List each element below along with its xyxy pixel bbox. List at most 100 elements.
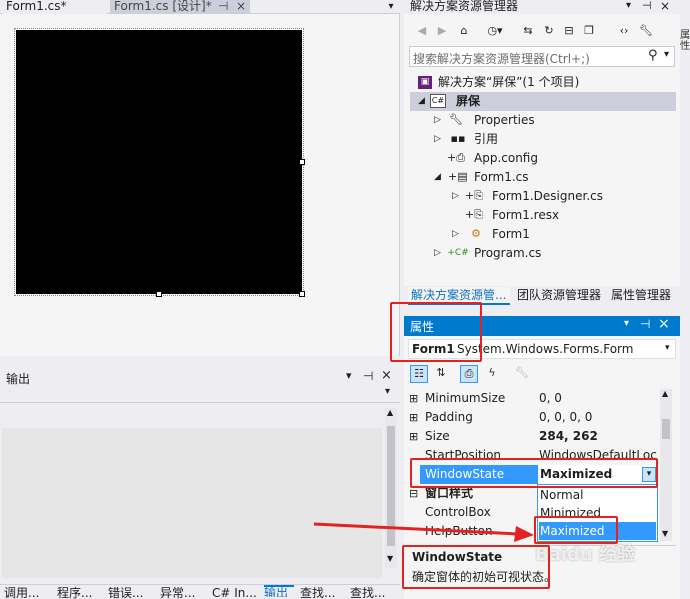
doc-tab-overflow-icon[interactable]: ▾ <box>384 0 398 14</box>
description-text: 确定窗体的初始可视状态。 <box>412 570 557 584</box>
expand-plus-icon[interactable]: ⊞ <box>409 408 418 427</box>
prop-value[interactable]: WindowsDefaultLoc <box>539 446 657 465</box>
bottom-tab-program[interactable]: 程序... <box>57 587 103 599</box>
bottom-tab-errors[interactable]: 错误... <box>108 587 154 599</box>
tree-item-form1-designer[interactable]: ▷ +⎘ Form1.Designer.cs <box>410 187 676 206</box>
scroll-down-icon[interactable]: ▼ <box>387 554 393 563</box>
toolbar-overflow-icon[interactable]: ▾ <box>385 386 390 397</box>
tab-solution-explorer[interactable]: 解决方案资源管... <box>408 287 510 305</box>
dropdown-option-normal[interactable]: Normal <box>539 486 656 504</box>
search-placeholder: 搜索解决方案资源管理器(Ctrl+;) <box>413 52 590 66</box>
pin-icon[interactable]: ⊣ <box>640 317 650 331</box>
prop-row-startposition[interactable]: StartPosition WindowsDefaultLoc <box>406 446 658 465</box>
tree-item-app-config[interactable]: +⎙ App.config <box>410 149 676 168</box>
solution-explorer-toolbar: ◀ ▶ ⌂ ◷▾ ⇆ ↻ ⊟ ❐ ‹› 🔧︎ <box>404 22 680 42</box>
collapse-arrow-icon[interactable]: ▷ <box>452 187 459 206</box>
chevron-down-icon[interactable]: ▾ <box>665 343 670 353</box>
properties-scrollbar[interactable]: ▲ ▼ <box>660 389 672 541</box>
doc-tab-form1-code[interactable]: Form1.cs* <box>2 0 106 14</box>
prop-value[interactable]: 284, 262 <box>539 427 657 446</box>
collapse-arrow-icon[interactable]: ▷ <box>434 130 441 149</box>
tab-property-manager[interactable]: 属性管理器 <box>608 287 680 305</box>
search-options-icon[interactable]: ▾ <box>664 49 669 60</box>
alphabetical-icon[interactable]: ⇅ <box>432 366 450 380</box>
collapse-arrow-icon[interactable]: ▷ <box>434 244 441 263</box>
solution-explorer-title: 解决方案资源管理器 <box>410 0 519 13</box>
watermark: Baidu 经验 <box>535 544 636 565</box>
resize-handle-right[interactable] <box>299 159 305 165</box>
close-icon[interactable]: × <box>381 368 392 383</box>
prop-row-size[interactable]: ⊞ Size 284, 262 <box>406 427 658 446</box>
pin-icon[interactable]: ⊣ <box>363 369 373 383</box>
categorized-icon[interactable]: ☷ <box>410 365 428 383</box>
pin-icon[interactable]: ⊣ <box>642 0 652 12</box>
prop-row-minimumsize[interactable]: ⊞ MinimumSize 0, 0 <box>406 389 658 408</box>
properties-view-icon[interactable]: ⎙ <box>460 365 478 383</box>
resize-handle-bottom[interactable] <box>156 291 162 297</box>
prop-value[interactable]: Maximized <box>539 465 657 484</box>
prop-value[interactable]: 0, 0 <box>539 389 657 408</box>
panel-dropdown-icon[interactable]: ▾ <box>624 318 629 329</box>
tab-team-explorer[interactable]: 团队资源管理器 <box>514 287 606 305</box>
form1-preview[interactable] <box>14 28 304 296</box>
search-icon[interactable]: ⚲ <box>648 48 658 63</box>
tab-label: 查找... <box>350 587 386 599</box>
expand-arrow-icon[interactable]: ◢ <box>418 92 425 111</box>
tree-item-form1-resx[interactable]: +⎘ Form1.resx <box>410 206 676 225</box>
back-icon[interactable]: ◀ <box>414 24 430 38</box>
panel-dropdown-icon[interactable]: ▾ <box>626 0 631 12</box>
bottom-tab-find2[interactable]: 查找... <box>350 587 394 599</box>
bottom-tab-find1[interactable]: 查找... <box>300 587 342 599</box>
collapse-all-icon[interactable]: ⊟ <box>561 24 577 38</box>
scroll-down-icon[interactable]: ▼ <box>662 529 668 538</box>
close-icon[interactable]: × <box>236 0 246 12</box>
panel-dropdown-icon[interactable]: ▾ <box>346 369 352 382</box>
events-icon[interactable]: ϟ <box>484 366 500 380</box>
scroll-thumb[interactable] <box>662 419 670 439</box>
properties-wrench-icon[interactable]: 🔧︎ <box>638 24 654 38</box>
dropdown-option-minimized[interactable]: Minimized <box>539 504 656 522</box>
prop-row-windowstate[interactable]: WindowState Maximized ▾ <box>406 465 658 484</box>
resize-handle-corner[interactable] <box>299 291 305 297</box>
bottom-tab-csharp-interactive[interactable]: C# In... <box>212 587 260 599</box>
output-scrollbar[interactable]: ▲ ▼ <box>385 408 397 568</box>
forward-icon[interactable]: ▶ <box>434 24 450 38</box>
doc-tab-form1-design[interactable]: Form1.cs [设计]* ⊣ × <box>110 0 250 14</box>
collapse-arrow-icon[interactable]: ▷ <box>434 111 441 130</box>
close-icon[interactable]: × <box>658 316 670 332</box>
tree-item-form1-cs[interactable]: ◢ +▤ Form1.cs <box>410 168 676 187</box>
prop-row-padding[interactable]: ⊞ Padding 0, 0, 0, 0 <box>406 408 658 427</box>
pin-icon[interactable]: ⊣ <box>218 0 228 12</box>
pending-changes-icon[interactable]: ◷▾ <box>484 24 506 38</box>
dropdown-option-maximized[interactable]: Maximized <box>539 522 656 540</box>
show-all-files-icon[interactable]: ❐ <box>581 24 597 38</box>
expand-arrow-icon[interactable]: ◢ <box>434 168 441 187</box>
solution-search-box[interactable]: 搜索解决方案资源管理器(Ctrl+;) ⚲ ▾ <box>409 46 675 67</box>
collapse-minus-icon[interactable]: ⊟ <box>409 484 418 503</box>
sync-icon[interactable]: ⇆ <box>520 24 536 38</box>
tree-item-solution[interactable]: ▣ 解决方案“屏保”(1 个项目) <box>410 73 676 92</box>
tree-item-program[interactable]: ▷ +C# Program.cs <box>410 244 676 263</box>
chevron-down-icon[interactable]: ▾ <box>642 467 656 482</box>
view-code-icon[interactable]: ‹› <box>616 24 632 38</box>
bottom-tab-output[interactable]: 输出 <box>264 585 294 597</box>
collapse-arrow-icon[interactable]: ▷ <box>452 225 459 244</box>
tree-item-references[interactable]: ▷ ▪▪ 引用 <box>410 130 676 149</box>
expand-plus-icon[interactable]: ⊞ <box>409 427 418 446</box>
prop-value[interactable]: 0, 0, 0, 0 <box>539 408 657 427</box>
scroll-up-icon[interactable]: ▲ <box>387 408 393 417</box>
bottom-tab-exceptions[interactable]: 异常... <box>160 587 206 599</box>
output-text-area[interactable] <box>2 428 382 578</box>
close-icon[interactable]: × <box>660 0 670 12</box>
tree-item-form1-class[interactable]: ▷ ⚙ Form1 <box>410 225 676 244</box>
expand-plus-icon[interactable]: ⊞ <box>409 389 418 408</box>
home-icon[interactable]: ⌂ <box>456 24 472 38</box>
refresh-icon[interactable]: ↻ <box>541 24 557 38</box>
tree-item-properties[interactable]: ▷ 🔧︎ Properties <box>410 111 676 130</box>
property-pages-icon[interactable]: 🔧︎ <box>514 366 530 380</box>
scroll-up-icon[interactable]: ▲ <box>662 389 668 398</box>
tree-item-project[interactable]: ◢ C# 屏保 <box>410 92 676 111</box>
properties-side-tab[interactable]: 属性 <box>680 30 690 52</box>
object-selector[interactable]: Form1 System.Windows.Forms.Form ▾ <box>408 339 676 359</box>
bottom-tab-call-stack[interactable]: 调用... <box>4 587 48 599</box>
